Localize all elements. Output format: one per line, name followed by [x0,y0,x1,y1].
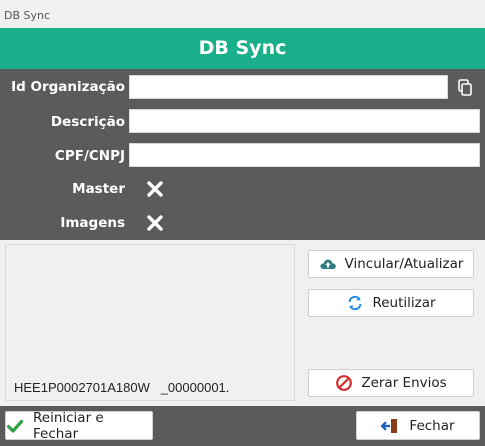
page-title: DB Sync [198,37,287,59]
id-organizacao-label: Id Organização [11,79,125,95]
zerar-envios-button[interactable]: Zerar Envios [308,369,474,397]
fechar-label: Fechar [409,417,455,434]
descricao-label: Descrição [50,114,125,130]
app-window: DB Sync DB Sync Id Organização Descrição… [0,0,485,446]
window-titlebar[interactable]: DB Sync [0,0,485,28]
imagens-x-icon[interactable] [146,214,164,232]
check-icon [6,417,24,435]
id-organizacao-input[interactable] [129,75,448,99]
master-label: Master [72,181,125,197]
reutilizar-button[interactable]: Reutilizar [308,289,474,317]
reiniciar-e-fechar-button[interactable]: Reiniciar e Fechar [5,409,153,442]
exit-door-icon [381,417,399,435]
app-header: DB Sync [0,28,485,69]
device-info-text: HEE1P0002701A180W _00000001. [14,380,230,395]
cpf-cnpj-input[interactable] [129,143,480,167]
refresh-icon [346,294,364,312]
window-title: DB Sync [4,9,51,22]
vincular-atualizar-button[interactable]: Vincular/Atualizar [308,250,474,278]
info-box [5,244,295,401]
copy-icon[interactable] [454,78,476,98]
zerar-envios-label: Zerar Envios [361,375,447,391]
master-x-icon[interactable] [146,180,164,198]
descricao-input[interactable] [129,109,480,133]
reutilizar-label: Reutilizar [372,295,436,311]
vincular-atualizar-label: Vincular/Atualizar [344,256,464,272]
imagens-label: Imagens [60,215,125,231]
cpf-cnpj-label: CPF/CNPJ [54,148,125,164]
ban-icon [335,374,353,392]
cloud-upload-icon [319,255,337,273]
reiniciar-e-fechar-label: Reiniciar e Fechar [33,409,104,442]
fechar-button[interactable]: Fechar [356,411,480,440]
